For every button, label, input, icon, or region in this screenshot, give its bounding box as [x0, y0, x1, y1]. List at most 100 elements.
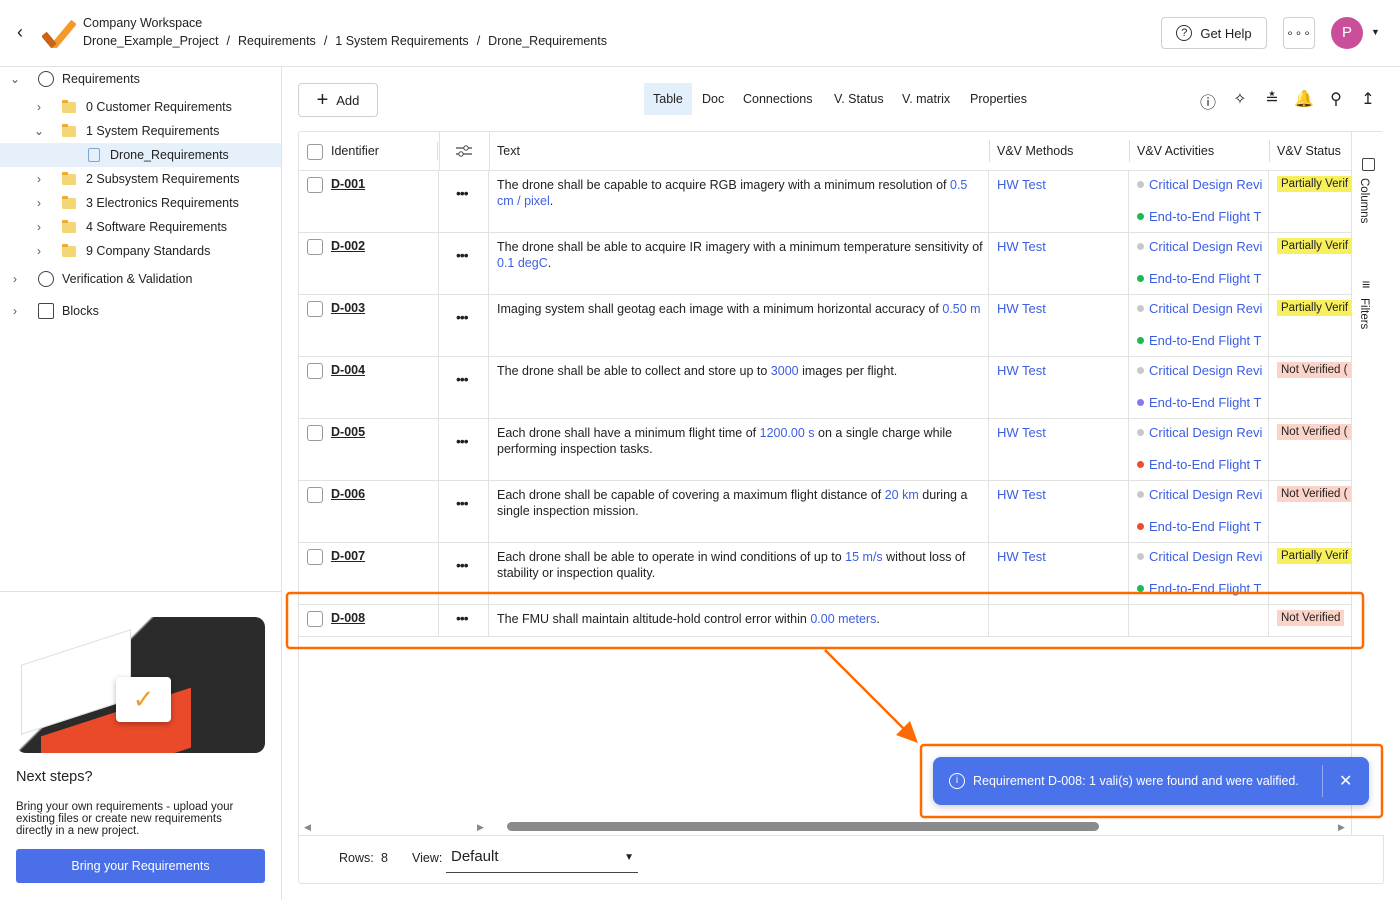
- breadcrumb-project[interactable]: Drone_Example_Project: [83, 34, 219, 48]
- vv-method-link[interactable]: HW Test: [997, 363, 1046, 378]
- tab-table[interactable]: Table: [644, 83, 692, 115]
- table-row[interactable]: D-008 ••• The FMU shall maintain altitud…: [299, 605, 1351, 637]
- breadcrumb-requirements[interactable]: Requirements: [238, 34, 316, 48]
- requirement-identifier[interactable]: D-007: [331, 549, 365, 563]
- table-row[interactable]: D-001 ••• The drone shall be capable to …: [299, 171, 1351, 233]
- row-actions-icon[interactable]: •••: [456, 371, 469, 387]
- chart-icon[interactable]: ≛: [1262, 89, 1282, 109]
- column-header-identifier[interactable]: Identifier: [331, 132, 379, 171]
- breadcrumb-system-requirements[interactable]: 1 System Requirements: [335, 34, 468, 48]
- sidebar-item-3-electronics-requirements[interactable]: › 3 Electronics Requirements: [0, 191, 281, 215]
- row-actions-icon[interactable]: •••: [456, 247, 469, 263]
- requirement-text[interactable]: The FMU shall maintain altitude-hold con…: [497, 611, 983, 627]
- requirement-identifier[interactable]: D-004: [331, 363, 365, 377]
- select-all-checkbox[interactable]: [307, 144, 323, 160]
- parameter-value[interactable]: 1200.00 s: [760, 426, 815, 440]
- vv-method-link[interactable]: HW Test: [997, 425, 1046, 440]
- column-header-vv-methods[interactable]: V&V Methods: [997, 132, 1073, 171]
- horizontal-scrollbar[interactable]: [507, 822, 1099, 831]
- row-checkbox[interactable]: [307, 177, 323, 193]
- vv-method-link[interactable]: HW Test: [997, 487, 1046, 502]
- parameter-value[interactable]: 20 km: [885, 488, 919, 502]
- chevron-right-icon[interactable]: ›: [32, 100, 46, 114]
- info-icon[interactable]: ⓘ: [1198, 89, 1218, 112]
- requirement-text[interactable]: The drone shall be able to collect and s…: [497, 363, 983, 379]
- row-actions-icon[interactable]: •••: [456, 433, 469, 449]
- sidebar-item-0-customer-requirements[interactable]: › 0 Customer Requirements: [0, 95, 281, 119]
- sparkle-icon[interactable]: ✧: [1230, 89, 1250, 109]
- requirement-text[interactable]: The drone shall be able to acquire IR im…: [497, 239, 983, 271]
- tab-doc[interactable]: Doc: [693, 83, 733, 115]
- activity-link[interactable]: End-to-End Flight T: [1137, 519, 1261, 534]
- chevron-down-icon[interactable]: ⌄: [32, 124, 46, 138]
- requirement-identifier[interactable]: D-001: [331, 177, 365, 191]
- vv-method-link[interactable]: HW Test: [997, 549, 1046, 564]
- chevron-down-icon[interactable]: ⌄: [8, 72, 22, 86]
- parameter-value[interactable]: 0.00 meters: [810, 612, 876, 626]
- table-row[interactable]: D-003 ••• Imaging system shall geotag ea…: [299, 295, 1351, 357]
- avatar[interactable]: P: [1331, 17, 1363, 49]
- parameter-value[interactable]: 0.1 degC: [497, 256, 548, 270]
- row-actions-icon[interactable]: •••: [456, 185, 469, 201]
- vv-method-link[interactable]: HW Test: [997, 239, 1046, 254]
- vv-method-link[interactable]: HW Test: [997, 177, 1046, 192]
- activity-link[interactable]: Critical Design Revi: [1137, 363, 1262, 378]
- requirement-text[interactable]: Each drone shall be able to operate in w…: [497, 549, 983, 581]
- column-header-vv-status[interactable]: V&V Status: [1277, 132, 1341, 171]
- add-button[interactable]: + Add: [298, 83, 378, 117]
- parameter-value[interactable]: 15 m/s: [845, 550, 883, 564]
- sidebar-item-1-system-requirements[interactable]: ⌄ 1 System Requirements: [0, 119, 281, 143]
- row-checkbox[interactable]: [307, 611, 323, 627]
- chevron-right-icon[interactable]: ›: [32, 172, 46, 186]
- activity-link[interactable]: End-to-End Flight T: [1137, 457, 1261, 472]
- chevron-right-icon[interactable]: ›: [8, 272, 22, 286]
- bell-icon[interactable]: 🔔: [1294, 89, 1314, 109]
- column-header-text[interactable]: Text: [497, 132, 520, 171]
- scroll-left-frozen-right-icon[interactable]: ▶: [477, 822, 484, 833]
- tab-v-matrix[interactable]: V. matrix: [893, 83, 959, 115]
- table-row[interactable]: D-005 ••• Each drone shall have a minimu…: [299, 419, 1351, 481]
- activity-link[interactable]: End-to-End Flight T: [1137, 333, 1261, 348]
- scroll-right-icon[interactable]: ▶: [1338, 822, 1345, 833]
- columns-panel-toggle[interactable]: Columns: [1358, 178, 1370, 223]
- requirement-text[interactable]: The drone shall be capable to acquire RG…: [497, 177, 983, 209]
- search-icon[interactable]: ⚲: [1326, 89, 1346, 109]
- sidebar-item-2-subsystem-requirements[interactable]: › 2 Subsystem Requirements: [0, 167, 281, 191]
- table-row[interactable]: D-004 ••• The drone shall be able to col…: [299, 357, 1351, 419]
- upload-icon[interactable]: ↥: [1358, 89, 1378, 109]
- row-checkbox[interactable]: [307, 301, 323, 317]
- tab-connections[interactable]: Connections: [734, 83, 822, 115]
- activity-link[interactable]: Critical Design Revi: [1137, 487, 1262, 502]
- requirement-identifier[interactable]: D-002: [331, 239, 365, 253]
- sidebar-item-9-company-standards[interactable]: › 9 Company Standards: [0, 239, 281, 263]
- close-toast-button[interactable]: ✕: [1339, 771, 1352, 791]
- requirement-text[interactable]: Each drone shall have a minimum flight t…: [497, 425, 983, 457]
- requirement-identifier[interactable]: D-005: [331, 425, 365, 439]
- column-settings-icon[interactable]: [455, 144, 473, 158]
- back-icon[interactable]: ‹: [17, 22, 23, 43]
- vv-method-link[interactable]: HW Test: [997, 301, 1046, 316]
- table-row[interactable]: D-007 ••• Each drone shall be able to op…: [299, 543, 1351, 605]
- row-actions-icon[interactable]: •••: [456, 309, 469, 325]
- sidebar-item-drone-requirements[interactable]: Drone_Requirements: [0, 143, 281, 167]
- activity-link[interactable]: End-to-End Flight T: [1137, 209, 1261, 224]
- tab-properties[interactable]: Properties: [961, 83, 1036, 115]
- activity-link[interactable]: End-to-End Flight T: [1137, 395, 1261, 410]
- activity-link[interactable]: End-to-End Flight T: [1137, 581, 1261, 596]
- activity-link[interactable]: Critical Design Revi: [1137, 425, 1262, 440]
- column-header-vv-activities[interactable]: V&V Activities: [1137, 132, 1214, 171]
- row-actions-icon[interactable]: •••: [456, 610, 469, 626]
- activity-link[interactable]: Critical Design Revi: [1137, 549, 1262, 564]
- chevron-right-icon[interactable]: ›: [8, 304, 22, 318]
- requirement-identifier[interactable]: D-006: [331, 487, 365, 501]
- table-row[interactable]: D-002 ••• The drone shall be able to acq…: [299, 233, 1351, 295]
- table-row[interactable]: D-006 ••• Each drone shall be capable of…: [299, 481, 1351, 543]
- get-help-button[interactable]: ? Get Help: [1161, 17, 1267, 49]
- parameter-value[interactable]: 3000: [771, 364, 799, 378]
- scroll-left-icon[interactable]: ◀: [304, 822, 311, 833]
- activity-link[interactable]: Critical Design Revi: [1137, 239, 1262, 254]
- activity-link[interactable]: Critical Design Revi: [1137, 177, 1262, 192]
- chevron-right-icon[interactable]: ›: [32, 220, 46, 234]
- workspace-name[interactable]: Company Workspace: [83, 16, 202, 30]
- row-checkbox[interactable]: [307, 363, 323, 379]
